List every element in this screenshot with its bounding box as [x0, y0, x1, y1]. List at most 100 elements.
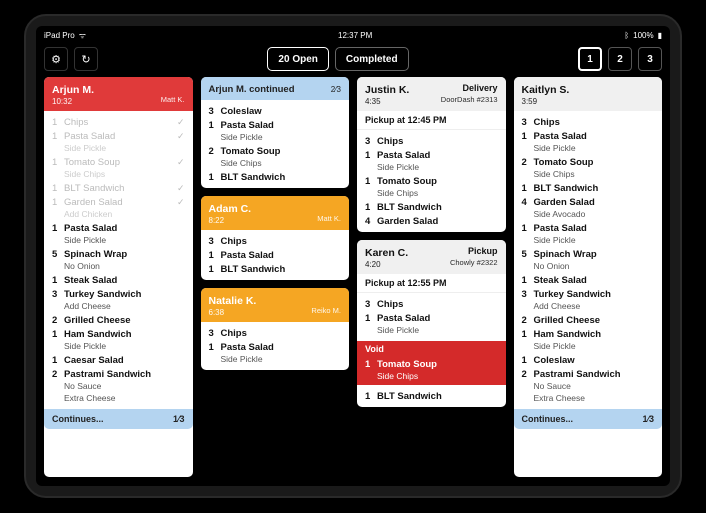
item-name: Tomato Soup — [377, 176, 498, 187]
item-qty: 1 — [365, 150, 377, 161]
ticket-line[interactable]: 2Grilled Cheese — [44, 313, 193, 327]
ticket-line[interactable]: 1Coleslaw — [514, 353, 663, 367]
item-name: Garden Salad — [64, 197, 177, 208]
ticket-header: Arjun M. 10:32 Matt K. — [44, 77, 193, 111]
item-qty: 1 — [52, 197, 64, 208]
ticket-karen[interactable]: Karen C. 4:20 Pickup Chowly #2322 Pickup… — [357, 240, 506, 407]
item-modifier: Side Pickle — [357, 162, 506, 174]
page-2-button[interactable]: 2 — [608, 47, 632, 71]
ticket-header: Karen C. 4:20 Pickup Chowly #2322 — [357, 240, 506, 274]
item-modifier: Side Pickle — [44, 341, 193, 353]
provider-label: DoorDash #2313 — [441, 95, 498, 104]
ticket-line[interactable]: 1BLT Sandwich — [514, 181, 663, 195]
settings-button[interactable]: ⚙ — [44, 47, 68, 71]
item-qty: 1 — [522, 275, 534, 286]
ticket-line[interactable]: 1Pasta Salad — [357, 311, 506, 325]
ticket-line[interactable]: 5Spinach Wrap — [44, 247, 193, 261]
ticket-line[interactable]: 2Tomato Soup — [514, 155, 663, 169]
ticket-line[interactable]: 2Pastrami Sandwich — [514, 367, 663, 381]
item-modifier: No Sauce — [44, 381, 193, 393]
ticket-line[interactable]: 1BLT Sandwich✓ — [44, 181, 193, 195]
item-name: Ham Sandwich — [64, 329, 185, 340]
ticket-arjun[interactable]: Arjun M. 10:32 Matt K. 1Chips✓1Pasta Sal… — [44, 77, 193, 477]
item-name: Spinach Wrap — [534, 249, 655, 260]
ticket-line[interactable]: 1Steak Salad — [514, 273, 663, 287]
continues-bar[interactable]: Continues... 1⁄3 — [44, 409, 193, 429]
ticket-line[interactable]: 2Tomato Soup — [201, 144, 350, 158]
ticket-line[interactable]: 2Pastrami Sandwich — [44, 367, 193, 381]
void-line[interactable]: 1Tomato Soup — [357, 357, 506, 371]
ticket-justin[interactable]: Justin K. 4:35 Delivery DoorDash #2313 P… — [357, 77, 506, 232]
battery-label: 100% — [633, 31, 653, 40]
ticket-line[interactable]: 4Garden Salad — [357, 214, 506, 228]
ticket-line[interactable]: 1Pasta Salad — [514, 129, 663, 143]
continues-bar[interactable]: Continues... 1⁄3 — [514, 409, 663, 429]
ticket-line[interactable]: 1Pasta Salad✓ — [44, 129, 193, 143]
ticket-line[interactable]: 3Chips — [514, 115, 663, 129]
refresh-button[interactable]: ↻ — [74, 47, 98, 71]
ticket-line[interactable]: 3Chips — [201, 234, 350, 248]
item-qty: 1 — [52, 183, 64, 194]
item-qty: 2 — [52, 315, 64, 326]
ticket-natalie[interactable]: Natalie K. 6:38 Reiko M. 3Chips1Pasta Sa… — [201, 288, 350, 370]
ticket-line[interactable]: 5Spinach Wrap — [514, 247, 663, 261]
ticket-line[interactable]: 1BLT Sandwich — [357, 389, 506, 403]
item-name: Pasta Salad — [221, 342, 342, 353]
ticket-body: 3Chips1Pasta SaladSide Pickle — [357, 293, 506, 341]
item-qty: 1 — [365, 176, 377, 187]
ticket-line[interactable]: 1Chips✓ — [44, 115, 193, 129]
ticket-arjun-continued[interactable]: Arjun M. continued 2⁄3 3Coleslaw1Pasta S… — [201, 77, 350, 188]
ticket-line[interactable]: 1Pasta Salad — [357, 148, 506, 162]
item-name: Pasta Salad — [534, 131, 655, 142]
ticket-line[interactable]: 3Chips — [357, 134, 506, 148]
ticket-line[interactable]: 1Garden Salad✓ — [44, 195, 193, 209]
ticket-line[interactable]: 1Pasta Salad — [44, 221, 193, 235]
ticket-line[interactable]: 1Pasta Salad — [514, 221, 663, 235]
ticket-line[interactable]: 2Grilled Cheese — [514, 313, 663, 327]
ticket-line[interactable]: 1Pasta Salad — [201, 340, 350, 354]
ticket-line[interactable]: 1BLT Sandwich — [201, 262, 350, 276]
ticket-line[interactable]: 1Pasta Salad — [201, 248, 350, 262]
tab-open[interactable]: 20 Open — [267, 47, 328, 71]
page-1-button[interactable]: 1 — [578, 47, 602, 71]
item-name: Chips — [377, 299, 498, 310]
ticket-header: Adam C. 8:22 Matt K. — [201, 196, 350, 230]
ticket-line[interactable]: 3Chips — [357, 297, 506, 311]
tab-completed[interactable]: Completed — [335, 47, 409, 71]
item-modifier: Add Chicken — [44, 209, 193, 221]
ticket-line[interactable]: 3Chips — [201, 326, 350, 340]
ticket-kaitlyn[interactable]: Kaitlyn S. 3:59 3Chips1Pasta SaladSide P… — [514, 77, 663, 477]
ticket-line[interactable]: 3Turkey Sandwich — [44, 287, 193, 301]
ticket-line[interactable]: 1Ham Sandwich — [44, 327, 193, 341]
ticket-line[interactable]: 3Coleslaw — [201, 104, 350, 118]
check-icon: ✓ — [177, 157, 185, 168]
item-qty: 5 — [52, 249, 64, 260]
ticket-line[interactable]: 1Tomato Soup — [357, 174, 506, 188]
page-3-button[interactable]: 3 — [638, 47, 662, 71]
ticket-line[interactable]: 1Pasta Salad — [201, 118, 350, 132]
item-name: Caesar Salad — [64, 355, 185, 366]
item-qty: 1 — [522, 223, 534, 234]
item-qty: 1 — [52, 117, 64, 128]
ticket-line[interactable]: 4Garden Salad — [514, 195, 663, 209]
check-icon: ✓ — [177, 131, 185, 142]
ticket-line[interactable]: 1Caesar Salad — [44, 353, 193, 367]
item-name: Grilled Cheese — [534, 315, 655, 326]
item-qty: 3 — [209, 106, 221, 117]
ticket-line[interactable]: 1Tomato Soup✓ — [44, 155, 193, 169]
item-qty: 1 — [365, 313, 377, 324]
ticket-line[interactable]: 1Steak Salad — [44, 273, 193, 287]
ticket-adam[interactable]: Adam C. 8:22 Matt K. 3Chips1Pasta Salad1… — [201, 196, 350, 280]
ticket-line[interactable]: 3Turkey Sandwich — [514, 287, 663, 301]
provider-label: Chowly #2322 — [450, 258, 498, 267]
ticket-line[interactable]: 1BLT Sandwich — [357, 200, 506, 214]
ticket-line[interactable]: 1Ham Sandwich — [514, 327, 663, 341]
item-modifier: Side Pickle — [44, 143, 193, 155]
item-modifier: Side Chips — [357, 188, 506, 200]
item-qty: 1 — [365, 391, 377, 402]
item-qty: 3 — [365, 299, 377, 310]
item-qty: 2 — [522, 369, 534, 380]
ticket-line[interactable]: 1BLT Sandwich — [201, 170, 350, 184]
item-modifier: Extra Cheese — [514, 393, 663, 405]
item-name: Steak Salad — [64, 275, 185, 286]
